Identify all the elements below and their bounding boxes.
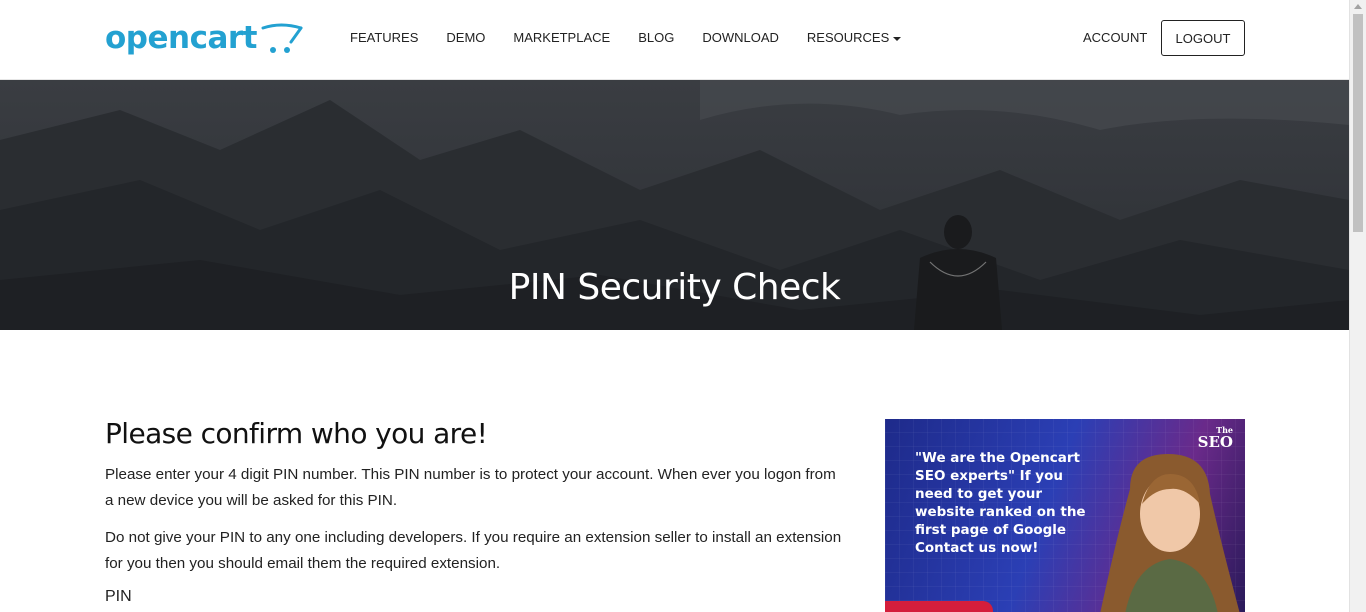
- ad-cta-strip[interactable]: [885, 601, 993, 612]
- cart-logo-icon: [261, 23, 303, 53]
- ad-text: "We are the Opencart SEO experts" If you…: [915, 450, 1086, 556]
- nav-download[interactable]: DOWNLOAD: [688, 28, 793, 48]
- ad-brand-big: SEO: [1197, 433, 1233, 451]
- pin-instructions: Please enter your 4 digit PIN number. Th…: [105, 466, 836, 509]
- pin-label: PIN: [105, 588, 132, 605]
- seo-advertisement[interactable]: The SEO "We are the Opencart SEO experts…: [885, 419, 1245, 612]
- nav-features[interactable]: FEATURES: [336, 28, 432, 48]
- page-scrollbar[interactable]: [1349, 0, 1366, 612]
- opencart-logo[interactable]: opencart: [105, 18, 303, 58]
- main-nav: FEATURES DEMO MARKETPLACE BLOG DOWNLOAD …: [336, 28, 915, 48]
- main-content: Please confirm who you are! Please enter…: [105, 416, 845, 606]
- logo-text: opencart: [105, 20, 257, 56]
- nav-resources[interactable]: RESOURCES: [793, 28, 915, 48]
- site-header: opencart FEATURES DEMO MARKETPLACE BLOG …: [0, 0, 1349, 80]
- caret-down-icon: [893, 36, 902, 41]
- account-link[interactable]: ACCOUNT: [1083, 28, 1147, 48]
- nav-marketplace[interactable]: MARKETPLACE: [499, 28, 624, 48]
- scroll-up-arrow-icon[interactable]: [1354, 4, 1362, 9]
- confirm-heading: Please confirm who you are!: [105, 417, 488, 450]
- ad-woman-photo: [1100, 454, 1240, 612]
- logout-button[interactable]: LOGOUT: [1161, 20, 1245, 56]
- nav-resources-label: RESOURCES: [806, 30, 890, 45]
- nav-demo[interactable]: DEMO: [432, 28, 499, 48]
- scroll-thumb[interactable]: [1353, 14, 1363, 232]
- hero-banner: PIN Security Check: [0, 80, 1349, 330]
- pin-warning: Do not give your PIN to any one includin…: [105, 529, 842, 572]
- ad-brand-logo: The SEO: [1197, 425, 1233, 451]
- nav-blog[interactable]: BLOG: [624, 28, 688, 48]
- page-title: PIN Security Check: [508, 267, 841, 308]
